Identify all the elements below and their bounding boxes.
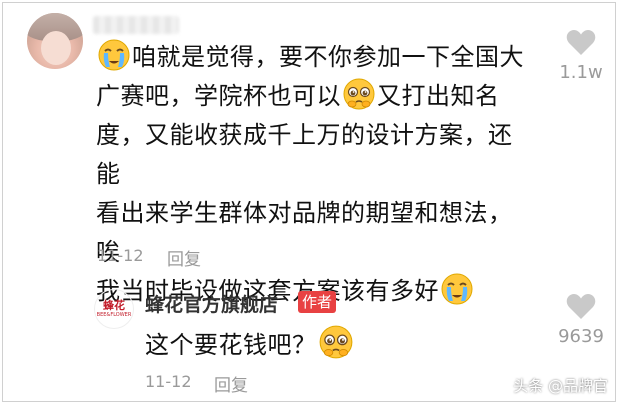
author-badge: 作者 [298,291,337,313]
comment-like-count: 1.1w [559,62,603,83]
crying-emoji-icon [98,39,130,71]
comment-line-2b: 又打出知名 [377,82,500,110]
reply-text: 这个要花钱吧？ [145,324,355,360]
reply-reply-button[interactable]: 回复 [214,371,248,396]
reply-author-name[interactable]: 蜂花官方旗舰店 [145,290,278,317]
comment-like-button[interactable]: 1.1w [551,30,611,83]
comment-date: 11-12 [97,246,144,265]
comment-line-1: 咱就是觉得，要不你参加一下全国大 [132,43,524,71]
comment-line-3: 度，又能收获成千上万的设计方案，还能 [96,121,513,188]
blurred-username[interactable] [93,16,179,34]
comment-line-4: 看出来学生群体对品牌的期望和想法，唉 [96,199,513,266]
reply-like-button[interactable]: 9639 [551,294,611,347]
comment-reply-button[interactable]: 回复 [167,245,201,270]
watermark: 头条 @品牌官 [513,377,608,395]
comment-text: 咱就是觉得，要不你参加一下全国大 广赛吧，学院杯也可以 又打出知名 度，又能收获… [96,38,524,311]
reply-like-count: 9639 [558,326,604,347]
pleading-emoji-icon [343,78,375,110]
brand-logo-avatar[interactable]: 蜂花 BEE&FLOWER [94,289,134,329]
heart-icon [566,30,596,55]
crying-emoji-icon [441,273,473,305]
pleading-emoji-icon [319,325,352,359]
comment-line-2a: 广赛吧，学院杯也可以 [96,82,341,110]
user-avatar[interactable] [27,13,83,69]
heart-icon [566,294,596,319]
reply-date: 11-12 [145,372,192,391]
